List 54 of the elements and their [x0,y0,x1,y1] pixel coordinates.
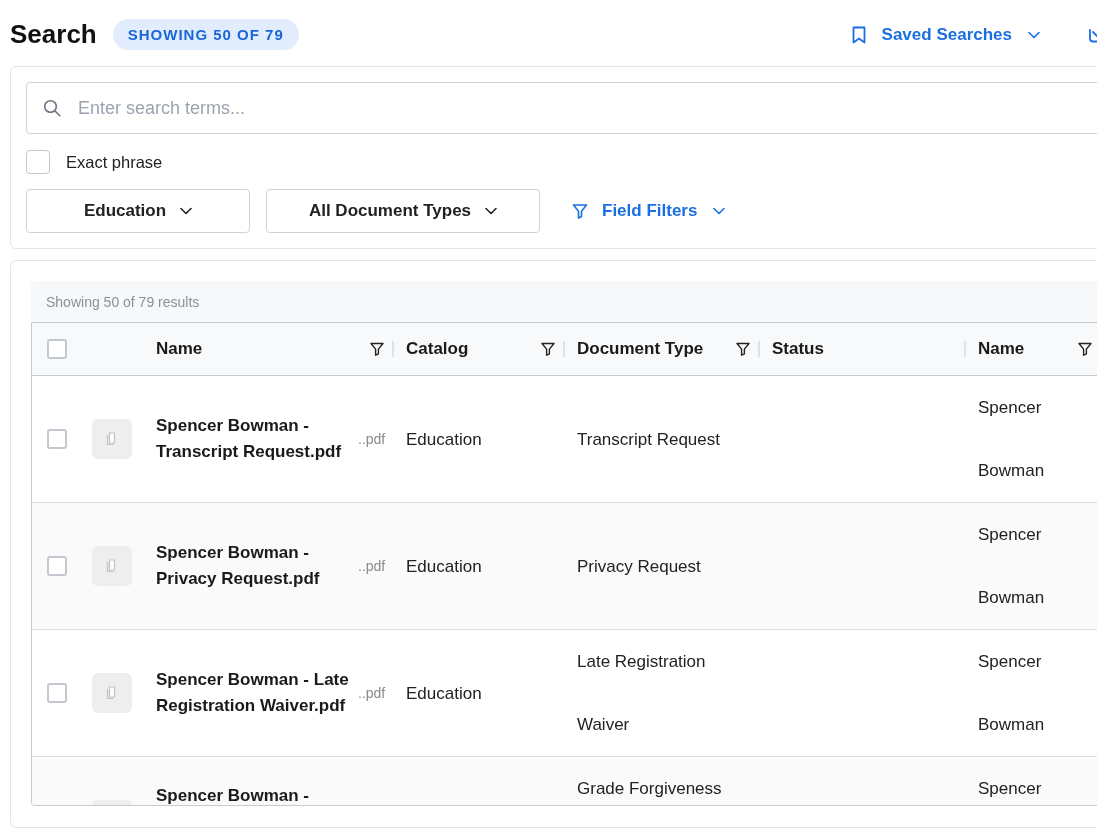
row-checkbox[interactable] [47,556,67,576]
file-icon [92,419,132,459]
filter-dropdown[interactable]: Education [26,189,250,233]
exact-phrase-label: Exact phrase [66,152,163,172]
saved-searches-button[interactable]: Saved Searches [851,24,1040,45]
table-cell-text: Spencer [978,778,1043,800]
filter-icon [572,203,588,219]
file-extension: ..pdf [358,685,386,701]
filter-icon[interactable] [541,342,555,356]
table-cell-text: Privacy Request [577,555,702,578]
page-title: Search [10,19,97,50]
file-icon [92,546,132,586]
filter-icon[interactable] [370,342,384,356]
column-header[interactable]: Name [978,339,1025,359]
search-icon [43,99,61,117]
filter-dropdown[interactable]: All Document Types [266,189,540,233]
filter-icon[interactable] [736,342,750,356]
select-all-checkbox[interactable] [47,339,67,359]
bookmark-icon [851,25,866,44]
search-field[interactable]: Enter search terms... [26,82,1097,134]
chevron-down-icon [1028,30,1040,39]
table-cell-text: Grade Forgiveness [577,778,723,800]
results-summary: Showing 50 of 79 results [46,293,200,310]
row-checkbox[interactable] [47,683,67,703]
file-name[interactable]: Spencer Bowman - Privacy Request.pdf [156,540,352,592]
column-header[interactable]: Document Type [577,339,704,359]
row-checkbox[interactable] [47,429,67,449]
table-cell-text: Spencer Bowman [978,397,1046,482]
table-cell-text: Education [406,555,483,578]
table-row[interactable]: Spencer Bowman - Grade Forgiveness Spencer [32,757,1097,805]
table-cell-text: Education [406,428,483,451]
table-cell-text: Transcript Request [577,428,721,451]
column-header[interactable]: Status [772,339,824,359]
file-name[interactable]: Spencer Bowman - [156,783,352,805]
results-count-badge: SHOWING 50 OF 79 [112,19,299,50]
download-icon[interactable] [1088,26,1097,43]
file-name[interactable]: Spencer Bowman - Late Registration Waiver.pdf [156,667,352,719]
table-cell-text: Late Registration Waiver [577,651,707,736]
chevron-down-icon [180,207,193,215]
file-extension: ..pdf [358,431,386,447]
file-name[interactable]: Spencer Bowman - Transcript Request.pdf [156,413,352,465]
exact-phrase-checkbox[interactable] [26,150,50,174]
chevron-down-icon [485,207,498,215]
table-cell-text: Spencer Bowman [978,524,1046,609]
table-cell-text: Education [406,682,483,705]
table-row[interactable]: Spencer Bowman - Privacy Request.pdf ..pdf Education Privacy Request Spencer Bowman [32,503,1097,630]
file-icon [92,673,132,713]
field-filters-button[interactable]: Field Filters [572,201,726,221]
column-header[interactable]: Name [156,339,203,359]
filter-icon[interactable] [1078,342,1092,356]
column-header[interactable]: Catalog [406,339,469,359]
file-extension: ..pdf [358,558,386,574]
table-cell-text: Spencer Bowman [978,651,1046,736]
chevron-down-icon [713,207,726,215]
